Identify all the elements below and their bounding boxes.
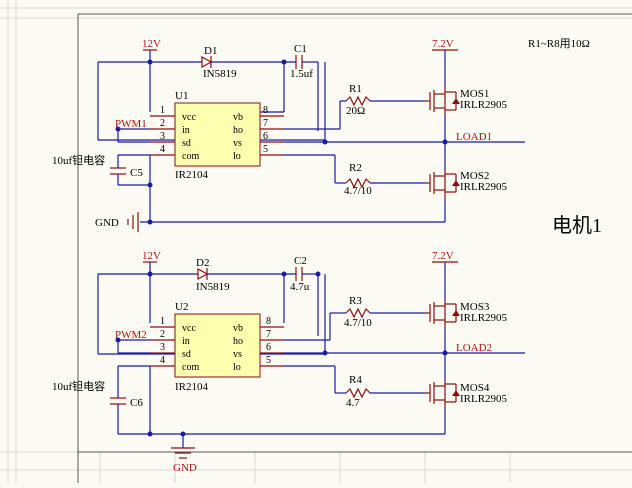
- c5-desc: 10uf钽电容: [52, 153, 105, 167]
- motor-title: 电机1: [552, 214, 602, 237]
- r1-ref: R1: [349, 83, 362, 95]
- pin-label: vs: [233, 349, 242, 360]
- pin-label: lo: [233, 362, 241, 373]
- ic-u1: U1 IR2104 vcc in sd com vb ho vs lo 1 2 …: [150, 90, 284, 181]
- r4-value: 4.7: [346, 397, 360, 409]
- pin-number: 8: [266, 316, 271, 327]
- r1-value: 20Ω: [346, 105, 365, 117]
- vcc-label: 12V: [142, 250, 161, 262]
- mosfet-mos2: MOS2 IRLR2905: [425, 170, 508, 198]
- mos1-part: IRLR2905: [460, 99, 508, 111]
- pin-number: 5: [263, 144, 268, 155]
- driver-bottom: 12V D2 IN5819 C2 4.7u U2 IR2104 vcc in s…: [52, 250, 525, 474]
- background-grid: [0, 0, 632, 483]
- r3-value: 4.7/10: [344, 317, 372, 329]
- pin-number: 6: [266, 342, 271, 353]
- cap-ref: C2: [294, 255, 307, 267]
- ic-part: IR2104: [175, 169, 209, 181]
- resistor-r1: R1 20Ω: [345, 83, 371, 117]
- diode-ref: D1: [204, 45, 217, 57]
- r2-ref: R2: [349, 162, 362, 174]
- r2-value: 4.7/10: [344, 185, 372, 197]
- diode-ref: D2: [196, 257, 209, 269]
- mos4-part: IRLR2905: [460, 393, 508, 405]
- schematic-sheet: R1~R8用10Ω 电机1 12V D1 IN5819 C1 1.5uf U1 …: [0, 0, 632, 483]
- pin-number: 3: [160, 131, 165, 142]
- pin-number: 1: [160, 105, 165, 116]
- driver-top: 12V D1 IN5819 C1 1.5uf U1 IR2104 vcc in …: [52, 38, 525, 232]
- diode-part: IN5819: [196, 281, 230, 293]
- pin-number: 7: [266, 329, 271, 340]
- ic-ref: U2: [175, 301, 188, 313]
- capacitor-c5: C5 10uf钽电容: [52, 153, 143, 179]
- pin-label: com: [182, 362, 199, 373]
- pin-label: vs: [233, 138, 242, 149]
- pin-number: 2: [160, 329, 165, 340]
- c5-ref: C5: [130, 167, 143, 179]
- pin-label: sd: [182, 349, 191, 360]
- pin-label: com: [182, 151, 199, 162]
- mosfet-mos1: MOS1 IRLR2905: [425, 88, 508, 116]
- pin-number: 7: [263, 118, 268, 129]
- gnd-label: GND: [173, 462, 197, 474]
- mos2-part: IRLR2905: [460, 181, 508, 193]
- pin-number: 8: [263, 105, 268, 116]
- c6-desc: 10uf钽电容: [52, 379, 105, 393]
- pin-label: in: [182, 125, 190, 136]
- pin-number: 1: [160, 316, 165, 327]
- pin-label: in: [182, 336, 190, 347]
- cap-value: 4.7u: [290, 281, 310, 293]
- pin-number: 2: [160, 118, 165, 129]
- cap-value: 1.5uf: [290, 68, 313, 80]
- pin-number: 6: [263, 131, 268, 142]
- vcc-mos-label: 7.2V: [432, 38, 454, 50]
- ground-symbol: [127, 212, 139, 232]
- pin-label: vb: [233, 323, 243, 334]
- ic-ref: U1: [175, 90, 188, 102]
- diode-part: IN5819: [203, 68, 237, 80]
- resistor-r3: R3 4.7/10: [344, 295, 372, 329]
- resistor-r4: R4 4.7: [345, 374, 371, 409]
- pin-number: 4: [160, 144, 165, 155]
- mosfet-mos3: MOS3 IRLR2905: [425, 300, 508, 328]
- cap-ref: C1: [294, 43, 307, 55]
- ic-part: IR2104: [175, 381, 209, 393]
- pin-label: ho: [233, 125, 243, 136]
- capacitor-c6: C6 10uf钽电容: [52, 379, 143, 409]
- pin-label: vcc: [182, 112, 196, 123]
- pin-number: 3: [160, 342, 165, 353]
- pin-label: ho: [233, 336, 243, 347]
- diode-d2: D2 IN5819: [196, 257, 230, 293]
- pin-label: vb: [233, 112, 243, 123]
- resistor-r2: R2 4.7/10: [344, 162, 372, 197]
- pin-label: vcc: [182, 323, 196, 334]
- vcc-label: 12V: [142, 38, 161, 50]
- pin-number: 5: [266, 355, 271, 366]
- c6-ref: C6: [130, 397, 143, 409]
- ic-u2: U2 IR2104 vcc in sd com vb ho vs lo 1 2 …: [150, 301, 284, 393]
- pin-label: sd: [182, 138, 191, 149]
- pin-number: 4: [160, 355, 165, 366]
- load-label: LOAD1: [456, 131, 492, 143]
- mos3-part: IRLR2905: [460, 312, 508, 324]
- r3-ref: R3: [349, 295, 362, 307]
- gnd-label: GND: [95, 217, 119, 229]
- load-label: LOAD2: [456, 342, 492, 354]
- r4-ref: R4: [349, 374, 362, 386]
- pin-label: lo: [233, 151, 241, 162]
- resistor-note: R1~R8用10Ω: [528, 38, 590, 50]
- vcc-mos-label: 7.2V: [432, 250, 454, 262]
- schematic-canvas: R1~R8用10Ω 电机1 12V D1 IN5819 C1 1.5uf U1 …: [0, 0, 632, 483]
- mosfet-mos4: MOS4 IRLR2905: [425, 380, 508, 408]
